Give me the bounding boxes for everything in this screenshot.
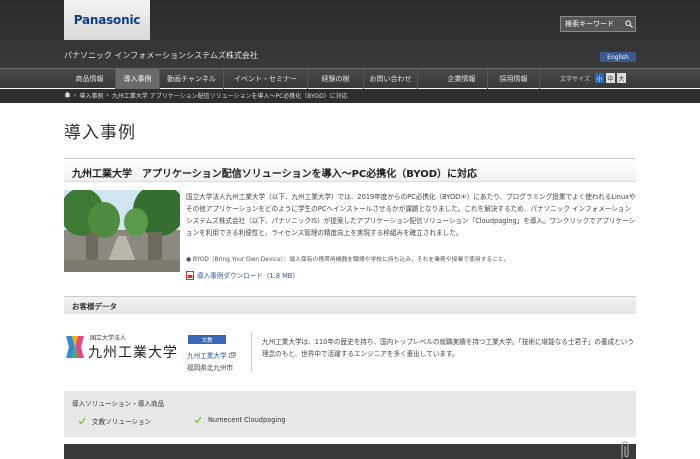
font-size-medium[interactable]: 中 [605,73,615,83]
breadcrumb: › 導入事例 › 九州工業大学 アプリケーション配信ソリューションを導入〜PC必… [64,91,348,100]
university-description: 九州工業大学は、110年の歴史を持ち、国内トップレベルの就職実績を持つ工業大学。… [262,338,634,358]
customer-data-title: お客様データ [72,302,117,311]
nav-item-recruit[interactable]: 採用情報 [488,69,540,89]
external-link-icon [228,352,236,358]
nav-item-case-studies[interactable]: 導入事例 [116,69,160,89]
breadcrumb-bar: › 導入事例 › 九州工業大学 アプリケーション配信ソリューションを導入〜PC必… [0,89,700,103]
paperclip-icon [618,440,632,459]
article-body: 国立大学法人九州工業大学（以下、九州工業大学）では、2019年度からのPC必携化… [186,193,636,237]
logo-text: Panasonic [73,13,141,27]
nav-item-experience[interactable]: 経験の樹 [308,69,364,89]
nav-item-events[interactable]: イベント・セミナー [224,69,308,89]
english-link[interactable]: English [600,52,636,62]
chevron-right-icon: › [106,92,109,99]
category-badge: 文教 [188,335,226,344]
search-icon[interactable] [623,18,635,30]
solution-item-label: Numecent Cloudpaging [208,416,286,424]
nav-item-company[interactable]: 企業情報 [436,69,488,89]
page-title: 導入事例 [64,123,136,143]
pdf-icon [186,270,194,280]
nav-item-video-channel[interactable]: 動画チャンネル [160,69,224,89]
site-header: Panasonic 検索キーワード パナソニック インフォメーションシステムズ株… [0,0,700,68]
solution-item[interactable]: 文教ソリューション [78,416,151,426]
university-link[interactable]: 九州工業大学 [187,350,236,360]
customer-data-header: お客様データ [64,296,636,314]
font-size-label: 文字サイズ [560,75,590,83]
english-label: English [607,53,629,61]
article-headline: 九州工業大学 アプリケーション配信ソリューションを導入〜PC必携化（BYOD）に… [72,169,478,180]
campus-photo [64,190,180,272]
nav-item-contact[interactable]: お問い合わせ [364,69,418,89]
university-logo: 国立大学法人 九州工業大学 [64,332,186,362]
solution-item-label: 文教ソリューション [92,418,152,426]
company-name: パナソニック インフォメーションシステムズ株式会社 [64,51,258,60]
solutions-title: 導入ソリューション・導入商品 [72,400,165,408]
search-box[interactable]: 検索キーワード [560,16,636,32]
global-nav: 商品情報 導入事例 動画チャンネル イベント・セミナー 経験の樹 お問い合わせ … [0,68,700,89]
pdf-download-label: 導入事例ダウンロード（1.8 MB） [197,272,299,280]
divider [251,332,252,372]
breadcrumb-item-current: 九州工業大学 アプリケーション配信ソリューションを導入〜PC必携化（BYOD）に… [111,93,348,100]
solutions-box: 導入ソリューション・導入商品 文教ソリューション Numecent Cloudp… [64,391,636,437]
font-size-large[interactable]: 大 [616,73,626,83]
nav-item-products[interactable]: 商品情報 [64,69,116,89]
pdf-download-link[interactable]: 導入事例ダウンロード（1.8 MB） [186,270,299,280]
check-icon [194,416,202,424]
panasonic-logo[interactable]: Panasonic [64,0,150,40]
university-address: 福岡県北九州市 [187,364,234,372]
breadcrumb-item-case-studies[interactable]: 導入事例 [79,91,103,100]
byod-note: ● BYOD（Bring Your Own Device）：個人保有の携帯用機器… [186,257,510,263]
solution-item[interactable]: Numecent Cloudpaging [194,416,286,424]
font-size-small[interactable]: 小 [594,73,604,83]
university-logo-name: 九州工業大学 [88,345,178,361]
footer-bar [64,444,636,459]
font-size-switcher: 文字サイズ 小 中 大 [560,73,626,83]
article-headline-band: 九州工業大学 アプリケーション配信ソリューションを導入〜PC必携化（BYOD）に… [64,158,636,182]
university-logo-small-text: 国立大学法人 [90,335,127,342]
home-icon[interactable] [64,91,71,100]
university-emblem-icon [66,336,84,358]
university-link-label: 九州工業大学 [187,352,227,360]
chevron-right-icon: › [74,92,77,99]
search-label: 検索キーワード [565,20,614,28]
check-icon [78,417,86,425]
